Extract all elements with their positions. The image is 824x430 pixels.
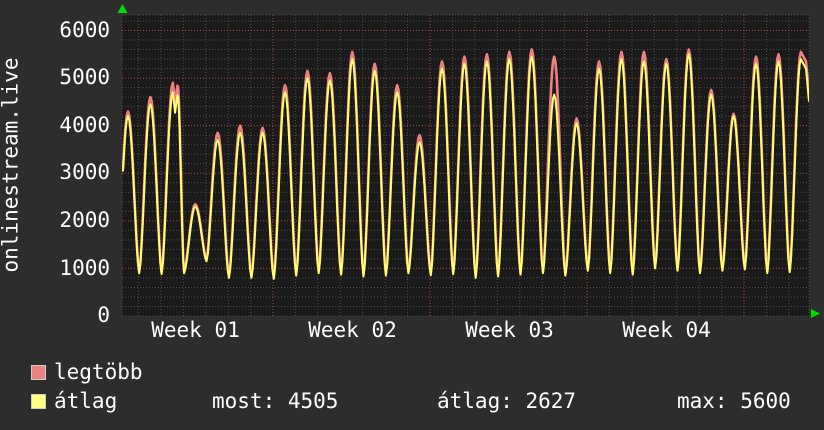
y-axis-arrow-icon [117, 4, 128, 13]
y-tick-label: 0 [97, 303, 110, 327]
y-tick-label: 2000 [59, 208, 110, 232]
y-tick-label: 5000 [59, 65, 110, 89]
x-tick-label-week-04: Week 04 [622, 318, 711, 342]
y-tick-label: 1000 [59, 255, 110, 280]
rrd-graph-window: onlinestream.live 6000 5000 4000 3000 20… [0, 0, 824, 430]
legend-label-max: legtöbb [54, 360, 143, 384]
y-tick-label: 6000 [59, 17, 110, 42]
x-tick-label-week-02: Week 02 [308, 318, 397, 342]
y-tick-label: 3000 [59, 160, 110, 184]
stat-current: most: 4505 [212, 389, 339, 413]
stat-max: max: 5600 [677, 389, 791, 413]
legend-label-avg: átlag [54, 389, 118, 413]
y-tick-label: 4000 [59, 112, 110, 137]
stat-average: átlag: 2627 [437, 389, 577, 413]
legend-swatch-avg [31, 394, 46, 409]
x-tick-label-week-01: Week 01 [151, 318, 240, 342]
x-tick-label-week-03: Week 03 [465, 318, 554, 342]
legend-swatch-max [31, 365, 46, 380]
x-axis-arrow-icon [811, 309, 820, 318]
